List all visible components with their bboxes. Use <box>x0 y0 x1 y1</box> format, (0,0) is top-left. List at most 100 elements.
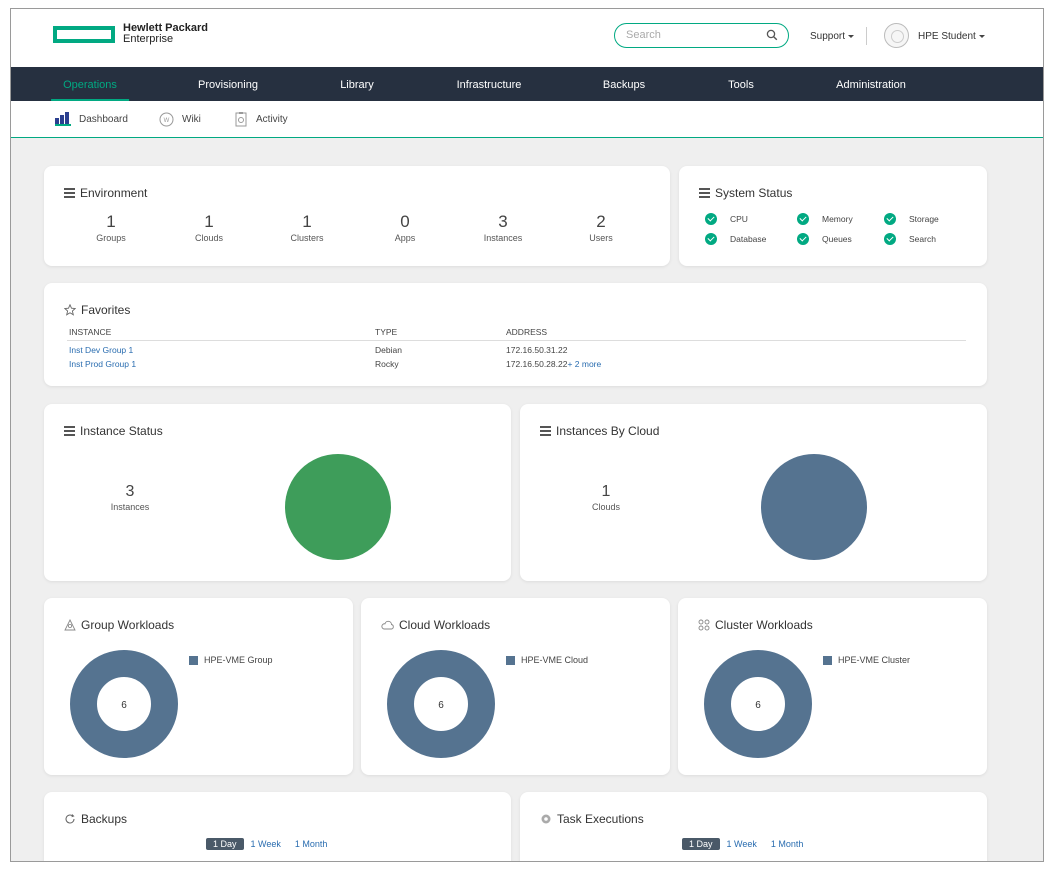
subnav-activity[interactable]: Activity <box>235 112 288 127</box>
nav-provisioning[interactable]: Provisioning <box>198 67 258 101</box>
instance-status-pie[interactable] <box>284 453 392 561</box>
instances-by-cloud-card: Instances By Cloud 1 Clouds <box>520 404 987 581</box>
range-1-month[interactable]: 1 Month <box>764 838 811 850</box>
range-1-day[interactable]: 1 Day <box>682 838 720 850</box>
check-icon <box>884 233 896 245</box>
pie-slice[interactable] <box>285 454 391 560</box>
subnav-dashboard[interactable]: Dashboard <box>55 112 128 126</box>
instance-count: 3 Instances <box>110 483 150 512</box>
stat-apps[interactable]: 0 Apps <box>355 213 455 244</box>
gear-icon <box>541 814 551 824</box>
search-box[interactable] <box>614 23 789 48</box>
cloud-count: 1 Clouds <box>591 483 621 512</box>
support-menu[interactable]: Support <box>810 31 855 42</box>
nav-library[interactable]: Library <box>340 67 374 101</box>
search-icon[interactable] <box>766 29 778 41</box>
cloud-workloads-donut[interactable]: 6 <box>386 649 496 759</box>
nav-administration[interactable]: Administration <box>836 67 906 101</box>
address-cell: 172.16.50.31.22 <box>506 345 568 355</box>
col-address: ADDRESS <box>504 327 966 341</box>
stat-clusters[interactable]: 1 Clusters <box>257 213 357 244</box>
cluster-workloads-donut[interactable]: 6 <box>703 649 813 759</box>
support-label: Support <box>810 31 846 42</box>
group-workloads-donut[interactable]: 6 <box>69 649 179 759</box>
user-label: HPE Student <box>918 31 976 42</box>
col-instance: INSTANCE <box>67 327 373 341</box>
svg-text:W: W <box>164 118 170 124</box>
backups-title: Backups <box>81 812 128 826</box>
table-row[interactable]: Inst Dev Group 1 Debian 172.16.50.31.22 <box>67 341 966 356</box>
list-icon <box>64 426 75 436</box>
avatar[interactable] <box>884 23 909 48</box>
cloud-workloads-title: Cloud Workloads <box>399 618 491 632</box>
status-search: Search <box>884 233 936 245</box>
star-icon <box>64 304 76 316</box>
check-icon <box>797 233 809 245</box>
system-status-title: System Status <box>715 186 793 200</box>
favorites-title: Favorites <box>81 303 131 317</box>
logo-mark-icon <box>53 25 115 43</box>
sub-nav: Dashboard W Wiki Activity <box>11 101 1043 138</box>
favorites-table: INSTANCE TYPE ADDRESS Inst Dev Group 1 D… <box>67 327 966 369</box>
bar-chart-icon <box>55 112 71 126</box>
instances-by-cloud-title: Instances By Cloud <box>556 424 660 438</box>
legend-item[interactable]: HPE-VME Cluster <box>823 655 910 665</box>
stat-clouds[interactable]: 1 Clouds <box>159 213 259 244</box>
list-icon <box>540 426 551 436</box>
chevron-down-icon <box>848 34 855 38</box>
user-menu[interactable]: HPE Student <box>918 31 985 42</box>
check-icon <box>884 213 896 225</box>
range-1-month[interactable]: 1 Month <box>288 838 335 850</box>
backups-range: 1 Day 1 Week 1 Month <box>206 838 334 850</box>
app-window: Hewlett Packard Enterprise Support HPE S… <box>10 8 1044 862</box>
cloud-icon <box>381 620 394 630</box>
refresh-icon <box>65 814 75 824</box>
logo-line2: Enterprise <box>123 33 174 45</box>
search-input[interactable] <box>626 29 756 41</box>
nav-backups[interactable]: Backups <box>603 67 645 101</box>
environment-card: Environment 1 Groups 1 Clouds 1 Clusters 0A… <box>44 166 670 266</box>
range-1-day[interactable]: 1 Day <box>206 838 244 850</box>
group-icon <box>64 619 76 631</box>
legend-item[interactable]: HPE-VME Group <box>189 655 273 665</box>
group-workloads-card: Group Workloads HPE-VME Group 6 <box>44 598 353 775</box>
hpe-logo[interactable]: Hewlett Packard Enterprise <box>53 23 208 45</box>
nav-operations[interactable]: Operations <box>51 67 129 101</box>
range-1-week[interactable]: 1 Week <box>244 838 288 850</box>
pie-slice[interactable] <box>761 454 867 560</box>
top-header: Hewlett Packard Enterprise Support HPE S… <box>11 9 1043 67</box>
col-type: TYPE <box>373 327 504 341</box>
check-icon <box>705 213 717 225</box>
task-executions-title: Task Executions <box>557 812 644 826</box>
donut-value: 6 <box>755 700 761 711</box>
nav-infrastructure[interactable]: Infrastructure <box>457 67 522 101</box>
instance-status-card: Instance Status 3 Instances <box>44 404 511 581</box>
donut-value: 6 <box>438 700 444 711</box>
task-executions-card: Task Executions 1 Day 1 Week 1 Month <box>520 792 987 861</box>
instance-status-title: Instance Status <box>80 424 163 438</box>
task-executions-range: 1 Day 1 Week 1 Month <box>682 838 810 850</box>
check-icon <box>705 233 717 245</box>
legend-item[interactable]: HPE-VME Cloud <box>506 655 588 665</box>
table-row[interactable]: Inst Prod Group 1 Rocky 172.16.50.28.22+… <box>67 355 966 369</box>
status-memory: Memory <box>797 213 853 225</box>
instance-link[interactable]: Inst Prod Group 1 <box>67 355 373 369</box>
status-database: Database <box>705 233 766 245</box>
wiki-icon: W <box>159 112 174 127</box>
subnav-wiki[interactable]: W Wiki <box>159 112 201 127</box>
header-divider <box>866 27 867 45</box>
instance-link[interactable]: Inst Dev Group 1 <box>67 341 373 356</box>
stat-instances[interactable]: 3 Instances <box>453 213 553 244</box>
status-queues: Queues <box>797 233 852 245</box>
range-1-week[interactable]: 1 Week <box>720 838 764 850</box>
nav-tools[interactable]: Tools <box>728 67 754 101</box>
subnav-dashboard-label: Dashboard <box>79 113 128 125</box>
backups-card: Backups 1 Day 1 Week 1 Month <box>44 792 511 861</box>
stat-groups[interactable]: 1 Groups <box>61 213 161 244</box>
chevron-down-icon <box>978 34 985 38</box>
stat-users[interactable]: 2 Users <box>551 213 651 244</box>
cluster-icon <box>698 619 710 631</box>
more-link[interactable]: + 2 more <box>567 359 601 369</box>
favorites-card: Favorites INSTANCE TYPE ADDRESS Inst Dev… <box>44 283 987 386</box>
instances-by-cloud-pie[interactable] <box>760 453 868 561</box>
